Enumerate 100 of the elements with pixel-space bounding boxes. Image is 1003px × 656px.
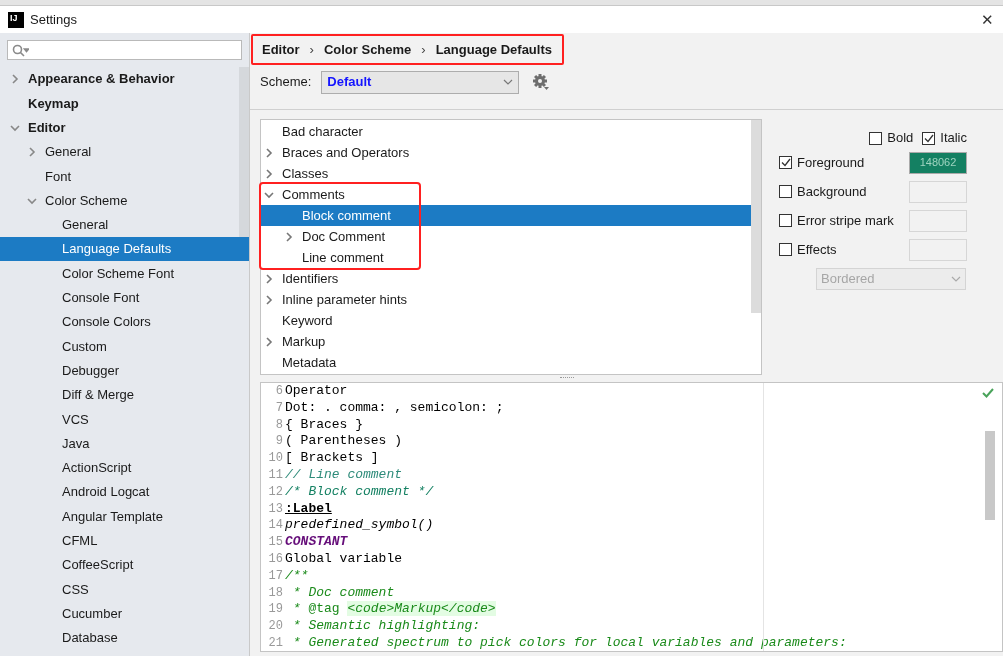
gear-icon[interactable] bbox=[532, 73, 551, 91]
checkbox-label: Italic bbox=[940, 129, 967, 148]
scheme-label: Scheme: bbox=[260, 73, 312, 92]
checkbox-label: Error stripe mark bbox=[797, 211, 895, 230]
chevron-right-icon[interactable] bbox=[264, 273, 274, 284]
chevron-right-icon[interactable] bbox=[27, 147, 37, 158]
sidebar-item[interactable]: General bbox=[0, 139, 239, 165]
scheme-dropdown[interactable]: Default bbox=[321, 70, 520, 94]
tree-item[interactable]: Keyword bbox=[261, 310, 751, 331]
chevron-right-icon[interactable] bbox=[264, 336, 274, 347]
line-number: 18 bbox=[267, 584, 284, 602]
sidebar-item[interactable]: Android Logcat bbox=[0, 480, 239, 505]
sidebar-item[interactable]: Language Defaults bbox=[0, 237, 249, 262]
app-logo-icon: IJ bbox=[8, 11, 24, 28]
checkbox-label: Bold bbox=[887, 129, 914, 148]
breadcrumb-separator: › bbox=[309, 40, 314, 59]
tree-item[interactable]: Braces and Operators bbox=[261, 142, 751, 163]
tree-item[interactable]: Inline parameter hints bbox=[261, 289, 751, 310]
line-number: 8 bbox=[274, 416, 284, 434]
code-line: CONSTANT bbox=[284, 534, 348, 551]
line-number: 17 bbox=[267, 567, 284, 585]
sidebar-item[interactable]: CoffeeScript bbox=[0, 552, 239, 578]
chevron-right-icon[interactable] bbox=[284, 231, 294, 242]
breadcrumb-link[interactable]: Editor bbox=[262, 39, 300, 60]
tree-item[interactable]: Bad character bbox=[261, 121, 751, 142]
tree-item[interactable]: Block comment bbox=[261, 205, 751, 226]
color-swatch[interactable] bbox=[909, 180, 967, 203]
sidebar-item[interactable]: Console Font bbox=[0, 285, 239, 310]
line-number: 14 bbox=[267, 517, 284, 535]
line-number: 19 bbox=[267, 601, 284, 619]
tree-item[interactable]: Doc Comment bbox=[261, 226, 751, 247]
chevron-down-icon bbox=[951, 276, 961, 282]
line-number: 10 bbox=[267, 450, 284, 467]
chevron-right-icon[interactable] bbox=[264, 147, 274, 158]
chevron-right-icon[interactable] bbox=[10, 74, 20, 85]
line-number: 15 bbox=[267, 534, 284, 551]
sidebar-item[interactable]: Appearance & Behavior bbox=[0, 67, 239, 92]
code-line: predefined_symbol() bbox=[284, 517, 434, 535]
line-number: 7 bbox=[274, 399, 284, 417]
line-number: 16 bbox=[267, 550, 284, 568]
sidebar-item[interactable]: CFML bbox=[0, 528, 239, 553]
checkbox[interactable] bbox=[869, 131, 883, 145]
code-line: /* Block comment */ bbox=[284, 483, 434, 501]
tree-item[interactable]: Identifiers bbox=[261, 268, 751, 289]
color-swatch[interactable] bbox=[909, 209, 967, 232]
chevron-down-icon[interactable] bbox=[27, 195, 37, 206]
search-field[interactable] bbox=[7, 40, 242, 60]
sidebar-item[interactable]: Font bbox=[0, 164, 239, 189]
sidebar-item[interactable]: Color Scheme bbox=[0, 188, 239, 213]
window-title: Settings bbox=[30, 10, 77, 29]
checkbox[interactable] bbox=[779, 185, 792, 198]
sidebar-item[interactable]: VCS bbox=[0, 407, 239, 432]
sidebar-item[interactable]: Console Colors bbox=[0, 309, 239, 335]
sidebar-item[interactable]: Debugger bbox=[0, 358, 239, 383]
color-swatch[interactable] bbox=[909, 238, 967, 261]
tree-item[interactable]: Line comment bbox=[261, 247, 751, 268]
code-line: Dot: . comma: , semicolon: ; bbox=[284, 399, 504, 417]
checkbox-label: Effects bbox=[797, 240, 838, 259]
tree-item[interactable]: Comments bbox=[261, 184, 751, 205]
code-line: /** bbox=[284, 567, 309, 585]
code-line: { Braces } bbox=[284, 416, 363, 434]
code-line: ( Parentheses ) bbox=[284, 433, 403, 451]
sidebar-item[interactable]: Diff & Merge bbox=[0, 382, 239, 408]
code-line: * Generated spectrum to pick colors for local variables and parameters: bbox=[291, 634, 847, 651]
code-line: // Line comment bbox=[284, 467, 403, 484]
chevron-down-icon[interactable] bbox=[264, 189, 274, 200]
code-line: Global variable bbox=[284, 550, 403, 568]
chevron-right-icon[interactable] bbox=[264, 168, 274, 179]
line-number: 12 bbox=[267, 483, 284, 501]
check-icon bbox=[982, 388, 994, 398]
sidebar-item[interactable]: Database bbox=[0, 625, 239, 651]
breadcrumb-link[interactable]: Color Scheme bbox=[323, 39, 412, 60]
tree-item[interactable]: Metadata bbox=[261, 352, 751, 373]
sidebar-item[interactable]: General bbox=[0, 212, 239, 238]
code-line: [ Brackets ] bbox=[284, 450, 379, 467]
tree-item[interactable]: Markup bbox=[261, 331, 751, 352]
code-line: * Semantic highlighting: bbox=[291, 618, 481, 635]
checkbox[interactable] bbox=[922, 131, 936, 145]
sidebar-item[interactable]: ActionScript bbox=[0, 455, 239, 481]
chevron-down-icon bbox=[503, 79, 514, 85]
sidebar-item[interactable]: Keymap bbox=[0, 91, 239, 116]
tree-item[interactable]: Classes bbox=[261, 163, 751, 184]
breadcrumb-link[interactable]: Language Defaults bbox=[435, 39, 552, 60]
checkbox-label: Foreground bbox=[797, 153, 866, 172]
sidebar-item[interactable]: CSS bbox=[0, 577, 239, 602]
line-number: 13 bbox=[267, 500, 284, 518]
sidebar-item[interactable]: Custom bbox=[0, 334, 239, 359]
line-number: 6 bbox=[274, 383, 284, 400]
checkbox[interactable] bbox=[779, 156, 792, 169]
sidebar-item[interactable]: Angular Template bbox=[0, 504, 239, 529]
close-button[interactable]: ✕ bbox=[977, 9, 997, 30]
chevron-down-icon[interactable] bbox=[10, 122, 20, 133]
sidebar-item[interactable]: Cucumber bbox=[0, 601, 239, 626]
chevron-right-icon[interactable] bbox=[264, 294, 274, 305]
sidebar-item[interactable]: Editor bbox=[0, 115, 239, 140]
line-number: 11 bbox=[267, 467, 284, 484]
sidebar-item[interactable]: Java bbox=[0, 431, 239, 456]
checkbox[interactable] bbox=[779, 243, 792, 256]
sidebar-item[interactable]: Color Scheme Font bbox=[0, 261, 239, 286]
checkbox[interactable] bbox=[779, 214, 792, 227]
